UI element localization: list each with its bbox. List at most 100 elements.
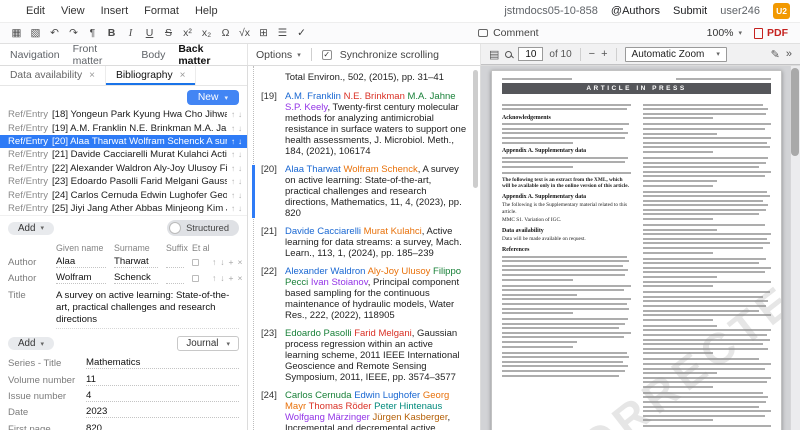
move-down-icon[interactable]: ↓ bbox=[238, 137, 242, 146]
bibliography-list-item[interactable]: Ref/Entry[20] Alaa Tharwat Wolfram Schen… bbox=[0, 135, 247, 148]
reference-entry[interactable]: [24]Carlos Cernuda Edwin Lughofer Georg … bbox=[261, 390, 468, 430]
reference-entry[interactable]: [19]A.M. Franklin N.E. Brinkman M.A. Jah… bbox=[261, 91, 468, 157]
title-input[interactable]: A survey on active learning: State-of-th… bbox=[56, 290, 239, 329]
move-down-icon[interactable]: ↓ bbox=[220, 257, 224, 267]
subscript-icon[interactable]: x₂ bbox=[198, 27, 215, 39]
bibliography-list-item[interactable]: Ref/Entry[18] Yongeun Park Kyung Hwa Cho… bbox=[0, 108, 247, 121]
close-tab-icon[interactable]: × bbox=[89, 70, 95, 81]
field-input[interactable]: 4 bbox=[86, 390, 239, 402]
suffix-input[interactable] bbox=[166, 257, 184, 268]
move-up-icon[interactable]: ↑ bbox=[231, 164, 235, 173]
special-character-icon[interactable]: Ω bbox=[217, 27, 234, 39]
move-up-icon[interactable]: ↑ bbox=[231, 137, 235, 146]
etal-checkbox[interactable] bbox=[192, 259, 199, 266]
move-down-icon[interactable]: ↓ bbox=[238, 177, 242, 186]
move-down-icon[interactable]: ↓ bbox=[220, 273, 224, 283]
pdf-scrollbar-thumb[interactable] bbox=[791, 68, 799, 156]
move-up-icon[interactable]: ↑ bbox=[231, 110, 235, 119]
avatar[interactable]: U2 bbox=[773, 3, 790, 19]
redo-icon[interactable]: ↷ bbox=[65, 27, 82, 39]
italic-icon[interactable]: I bbox=[122, 28, 139, 39]
move-up-icon[interactable]: ↑ bbox=[212, 273, 216, 283]
structured-toggle[interactable]: Structured bbox=[167, 220, 239, 236]
list-icon[interactable]: ☰ bbox=[274, 27, 291, 39]
reference-entry[interactable]: [22]Alexander Waldron Aly-Joy Ulusoy Fil… bbox=[261, 266, 468, 321]
given-name-input[interactable]: Alaa bbox=[56, 256, 106, 268]
bibliography-list-item[interactable]: Ref/Entry[25] Jiyi Jang Ather Abbas Minj… bbox=[0, 202, 247, 215]
panel-tab-data-availability[interactable]: Data availability× bbox=[0, 66, 106, 85]
submit-button[interactable]: Submit bbox=[673, 5, 707, 17]
move-down-icon[interactable]: ↓ bbox=[238, 124, 242, 133]
reference-entry[interactable]: [23]Edoardo Pasolli Farid Melgani, Gauss… bbox=[261, 328, 468, 383]
bibliography-list-item[interactable]: Ref/Entry[22] Alexander Waldron Aly-Joy … bbox=[0, 162, 247, 175]
reference-entry[interactable]: [21]Davide Cacciarelli Murat Kulahci, Ac… bbox=[261, 226, 468, 259]
sync-scrolling-checkbox[interactable]: ✓ bbox=[322, 50, 332, 60]
page-number-input[interactable]: 10 bbox=[518, 47, 543, 61]
math-icon[interactable]: √x bbox=[236, 27, 253, 39]
image-icon[interactable]: ▧ bbox=[27, 27, 44, 39]
suffix-input[interactable] bbox=[166, 273, 184, 284]
insert-table-icon[interactable]: ⊞ bbox=[255, 27, 272, 39]
menu-format[interactable]: Format bbox=[144, 5, 179, 17]
bold-icon[interactable]: B bbox=[103, 27, 120, 39]
move-up-icon[interactable]: ↑ bbox=[231, 150, 235, 159]
move-up-icon[interactable]: ↑ bbox=[231, 204, 235, 213]
menu-help[interactable]: Help bbox=[195, 5, 218, 17]
given-name-input[interactable]: Wolfram bbox=[56, 272, 106, 284]
move-down-icon[interactable]: ↓ bbox=[238, 150, 242, 159]
menu-view[interactable]: View bbox=[61, 5, 85, 17]
check-icon[interactable]: ✓ bbox=[293, 27, 310, 39]
add-author-icon[interactable]: + bbox=[229, 273, 234, 283]
sidebar-toggle-icon[interactable]: ▤ bbox=[489, 48, 499, 61]
tab-body[interactable]: Body bbox=[141, 49, 165, 61]
pdf-scrollbar-track[interactable] bbox=[790, 66, 800, 430]
superscript-icon[interactable]: x² bbox=[179, 27, 196, 39]
new-entry-button[interactable]: New ▾ bbox=[187, 90, 239, 105]
tab-front-matter[interactable]: Front matter bbox=[73, 43, 129, 67]
more-tools-icon[interactable]: » bbox=[786, 48, 792, 60]
bibliography-list-item[interactable]: Ref/Entry[23] Edoardo Pasolli Farid Melg… bbox=[0, 175, 247, 188]
zoom-control[interactable]: 100% ▾ bbox=[707, 27, 742, 39]
reference-entry[interactable]: [20]Alaa Tharwat Wolfram Schenck, A surv… bbox=[261, 164, 468, 219]
move-up-icon[interactable]: ↑ bbox=[231, 124, 235, 133]
menu-edit[interactable]: Edit bbox=[26, 5, 45, 17]
move-down-icon[interactable]: ↓ bbox=[238, 164, 242, 173]
pdf-button[interactable]: PDF bbox=[754, 27, 788, 39]
remove-author-icon[interactable]: × bbox=[237, 273, 242, 283]
move-down-icon[interactable]: ↓ bbox=[238, 191, 242, 200]
add-field-button[interactable]: Add ▾ bbox=[8, 222, 54, 235]
panel-tab-bibliography[interactable]: Bibliography× bbox=[106, 66, 197, 85]
bibliography-list-item[interactable]: Ref/Entry[24] Carlos Cernuda Edwin Lugho… bbox=[0, 188, 247, 201]
etal-checkbox[interactable] bbox=[192, 275, 199, 282]
underline-icon[interactable]: U bbox=[141, 27, 158, 39]
table-icon[interactable]: ▦ bbox=[8, 27, 25, 39]
add-field-button-2[interactable]: Add ▾ bbox=[8, 337, 54, 350]
move-down-icon[interactable]: ↓ bbox=[238, 110, 242, 119]
surname-input[interactable]: Schenck bbox=[114, 272, 158, 284]
move-down-icon[interactable]: ↓ bbox=[238, 204, 242, 213]
field-input[interactable]: Mathematics bbox=[86, 357, 239, 369]
move-up-icon[interactable]: ↑ bbox=[231, 177, 235, 186]
tab-back-matter[interactable]: Back matter bbox=[178, 43, 237, 67]
bibliography-list-item[interactable]: Ref/Entry[19] A.M. Franklin N.E. Brinkma… bbox=[0, 121, 247, 134]
remove-author-icon[interactable]: × bbox=[237, 257, 242, 267]
move-up-icon[interactable]: ↑ bbox=[231, 191, 235, 200]
bibliography-list-item[interactable]: Ref/Entry[21] Davide Cacciarelli Murat K… bbox=[0, 148, 247, 161]
menu-insert[interactable]: Insert bbox=[101, 5, 129, 17]
zoom-out-icon[interactable]: − bbox=[589, 48, 595, 60]
undo-icon[interactable]: ↶ bbox=[46, 27, 63, 39]
entry-type-select[interactable]: Journal ▾ bbox=[177, 336, 239, 351]
tab-navigation[interactable]: Navigation bbox=[10, 49, 60, 61]
zoom-in-icon[interactable]: + bbox=[601, 48, 607, 60]
comment-button[interactable]: Comment bbox=[478, 27, 539, 39]
field-input[interactable]: 2023 bbox=[86, 406, 239, 418]
annotate-icon[interactable]: ✎ bbox=[771, 48, 780, 61]
surname-input[interactable]: Tharwat bbox=[114, 256, 158, 268]
close-tab-icon[interactable]: × bbox=[180, 70, 186, 81]
search-icon[interactable] bbox=[505, 51, 512, 58]
references-scrollbar[interactable] bbox=[473, 70, 478, 188]
strikethrough-icon[interactable]: S bbox=[160, 27, 177, 39]
field-input[interactable]: 820 bbox=[86, 423, 239, 430]
options-button[interactable]: Options ▾ bbox=[256, 49, 301, 61]
zoom-mode-select[interactable]: Automatic Zoom ▾ bbox=[625, 47, 727, 62]
